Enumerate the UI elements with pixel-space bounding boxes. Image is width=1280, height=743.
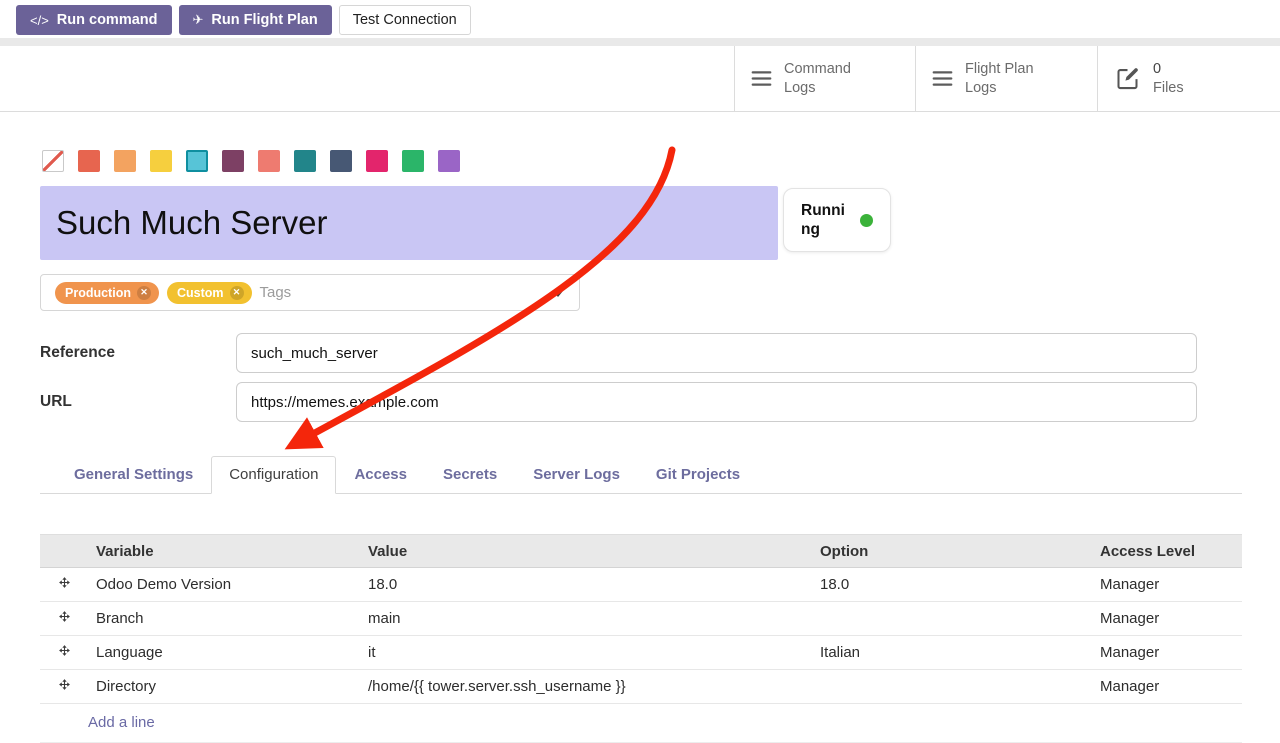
tab-access[interactable]: Access [336,456,425,494]
test-connection-label: Test Connection [353,12,457,28]
color-swatch-navy[interactable] [330,150,352,172]
color-swatch-teal[interactable] [294,150,316,172]
run-command-button[interactable]: </> Run command [16,5,172,35]
tab-git-projects[interactable]: Git Projects [638,456,758,494]
tab-server-logs[interactable]: Server Logs [515,456,638,494]
hamburger-icon [932,68,953,89]
plane-icon: ✈ [193,12,204,28]
configuration-table: Variable Value Option Access Level Odoo … [40,534,1242,704]
top-action-bar: </> Run command ✈ Run Flight Plan Test C… [0,0,1280,38]
reference-field-row: Reference [40,333,1280,373]
files-label: Files [1153,79,1184,98]
color-palette [42,150,1280,172]
cell-access-level[interactable]: Manager [1092,670,1242,704]
command-logs-label-line1: Command [784,60,851,79]
color-swatch-salmon[interactable] [258,150,280,172]
tag-label: Custom [177,286,224,300]
column-header-option: Option [812,535,1092,568]
files-count: 0 [1153,60,1184,79]
drag-handle-icon[interactable] [40,602,88,636]
column-header-variable: Variable [88,535,360,568]
tags-placeholder: Tags [260,284,292,301]
server-name-input[interactable] [40,186,778,260]
tab-general-settings[interactable]: General Settings [56,456,211,494]
color-swatch-plum[interactable] [222,150,244,172]
color-swatch-magenta[interactable] [366,150,388,172]
notebook-tabs: General Settings Configuration Access Se… [40,456,1242,494]
table-row[interactable]: Directory /home/{{ tower.server.ssh_user… [40,670,1242,704]
color-swatch-orange[interactable] [114,150,136,172]
handle-column-header [40,535,88,568]
column-header-access-level: Access Level [1092,535,1242,568]
color-swatch-yellow[interactable] [150,150,172,172]
url-field-row: URL [40,382,1280,422]
run-flight-plan-label: Run Flight Plan [211,12,317,28]
color-swatch-violet[interactable] [438,150,460,172]
reference-label: Reference [40,344,236,362]
run-flight-plan-button[interactable]: ✈ Run Flight Plan [179,5,332,35]
color-swatch-cyan-selected[interactable] [186,150,208,172]
flight-plan-logs-label-line1: Flight Plan [965,60,1034,79]
cell-option[interactable] [812,602,1092,636]
add-a-line-link[interactable]: Add a line [40,704,1242,743]
divider-strip [0,38,1280,46]
color-swatch-green[interactable] [402,150,424,172]
drag-handle-icon[interactable] [40,670,88,704]
tab-secrets[interactable]: Secrets [425,456,515,494]
tag-label: Production [65,286,131,300]
color-swatch-no-color[interactable] [42,150,64,172]
files-button[interactable]: 0 Files [1097,46,1280,111]
color-swatch-red[interactable] [78,150,100,172]
flight-plan-logs-button[interactable]: Flight Plan Logs [915,46,1097,111]
cell-variable[interactable]: Directory [88,670,360,704]
tab-configuration[interactable]: Configuration [211,456,336,494]
remove-tag-icon[interactable]: ✕ [230,286,244,300]
url-input[interactable] [236,382,1197,422]
status-label: Running [801,201,851,240]
command-logs-button[interactable]: Command Logs [734,46,915,111]
drag-handle-icon[interactable] [40,636,88,670]
cell-option[interactable]: 18.0 [812,568,1092,602]
cell-option[interactable] [812,670,1092,704]
tag-pill-production[interactable]: Production ✕ [55,282,159,304]
cell-access-level[interactable]: Manager [1092,568,1242,602]
status-badge: Running [783,188,891,252]
test-connection-button[interactable]: Test Connection [339,5,471,35]
cell-value[interactable]: 18.0 [360,568,812,602]
table-header-row: Variable Value Option Access Level [40,535,1242,568]
remove-tag-icon[interactable]: ✕ [137,286,151,300]
flight-plan-logs-label-line2: Logs [965,79,1034,98]
status-dot-icon [860,214,873,227]
cell-variable[interactable]: Language [88,636,360,670]
hamburger-icon [751,68,772,89]
edit-pencil-icon [1114,65,1141,92]
cell-value[interactable]: it [360,636,812,670]
cell-value[interactable]: /home/{{ tower.server.ssh_username }} [360,670,812,704]
url-label: URL [40,393,236,411]
cell-option[interactable]: Italian [812,636,1092,670]
tags-field[interactable]: Production ✕ Custom ✕ Tags [40,274,580,311]
cell-variable[interactable]: Branch [88,602,360,636]
table-row[interactable]: Language it Italian Manager [40,636,1242,670]
table-row[interactable]: Branch main Manager [40,602,1242,636]
cell-access-level[interactable]: Manager [1092,602,1242,636]
reference-input[interactable] [236,333,1197,373]
column-header-value: Value [360,535,812,568]
chevron-down-icon[interactable] [553,291,563,297]
table-row[interactable]: Odoo Demo Version 18.0 18.0 Manager [40,568,1242,602]
run-command-label: Run command [57,12,158,28]
title-row: Running [40,186,1242,260]
command-logs-label-line2: Logs [784,79,851,98]
code-icon: </> [30,13,49,28]
tag-pill-custom[interactable]: Custom ✕ [167,282,252,304]
cell-variable[interactable]: Odoo Demo Version [88,568,360,602]
cell-value[interactable]: main [360,602,812,636]
cell-access-level[interactable]: Manager [1092,636,1242,670]
header-band: Command Logs Flight Plan Logs 0 Files [0,46,1280,112]
drag-handle-icon[interactable] [40,568,88,602]
